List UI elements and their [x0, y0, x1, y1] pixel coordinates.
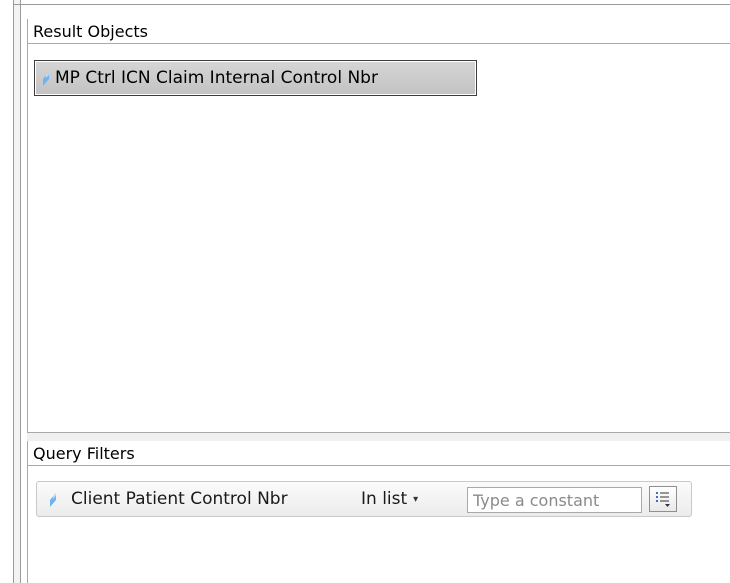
- list-of-values-button[interactable]: [649, 486, 677, 512]
- constant-input[interactable]: [467, 487, 642, 513]
- top-border: [13, 4, 730, 5]
- query-filters-header: Query Filters: [27, 441, 730, 465]
- dimension-object-icon: [49, 492, 57, 511]
- result-objects-title: Result Objects: [33, 22, 148, 41]
- filter-object-name: Client Patient Control Nbr: [71, 489, 288, 509]
- result-object-chip[interactable]: MP Ctrl ICN Claim Internal Control Nbr: [34, 60, 477, 96]
- chevron-down-icon: ▾: [413, 493, 419, 505]
- dimension-object-icon: [42, 71, 50, 86]
- query-panel-frame: Result Objects MP Ctrl ICN Claim Interna…: [0, 0, 730, 583]
- query-filters-header-rule: [27, 465, 730, 466]
- result-objects-header: Result Objects: [27, 19, 730, 43]
- result-object-label: MP Ctrl ICN Claim Internal Control Nbr: [55, 68, 378, 88]
- result-objects-header-rule: [27, 43, 730, 44]
- list-values-icon: [656, 492, 670, 507]
- left-border-inner: [20, 0, 21, 583]
- filter-operator-label: In list: [361, 489, 408, 509]
- filter-operator-dropdown[interactable]: In list ▾: [361, 489, 418, 509]
- query-filter-row[interactable]: Client Patient Control Nbr In list ▾: [36, 481, 692, 517]
- query-filters-title: Query Filters: [33, 444, 135, 463]
